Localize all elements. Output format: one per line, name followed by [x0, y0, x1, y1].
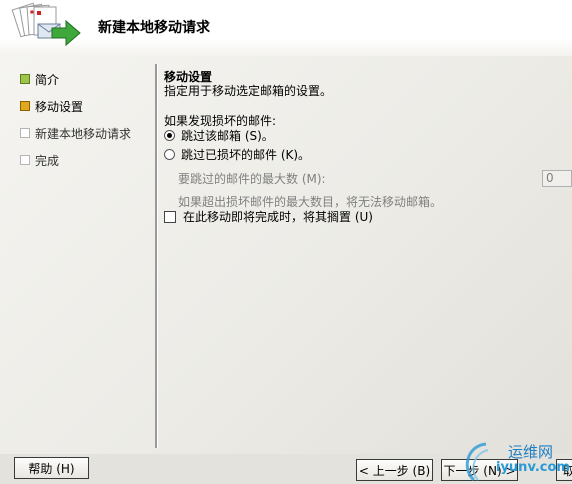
move-mailbox-icon: [11, 2, 81, 47]
help-button[interactable]: 帮助 (H): [14, 457, 89, 479]
wizard-header: 新建本地移动请求: [0, 0, 572, 56]
step-complete-icon: [20, 74, 30, 84]
radio-selected-icon[interactable]: [164, 130, 175, 141]
nav-item-label: 新建本地移动请求: [35, 126, 132, 141]
back-button[interactable]: < 上一步 (B): [356, 459, 433, 481]
nav-item-intro: 简介: [20, 70, 59, 88]
radio-skip-mailbox-label: 跳过该邮箱 (S)。: [181, 129, 274, 143]
max-corrupt-count-label: 要跳过的邮件的最大数 (M):: [178, 172, 326, 186]
watermark-url: iyunv.com: [496, 460, 570, 475]
watermark-name: 运维网: [508, 443, 554, 461]
radio-skip-mailbox[interactable]: 跳过该邮箱 (S)。: [164, 127, 274, 144]
nav-divider: [155, 64, 157, 448]
nav-item-label: 简介: [35, 72, 60, 87]
radio-skip-corrupt-label: 跳过已损坏的邮件 (K)。: [181, 148, 311, 162]
wizard-body: 简介 移动设置 新建本地移动请求 完成 移动设置 指定用于移动选定邮箱的设置。 …: [0, 56, 572, 454]
nav-item-new-move-request: 新建本地移动请求: [20, 124, 131, 142]
page-title: 新建本地移动请求: [98, 20, 210, 36]
radio-skip-corrupt-items[interactable]: 跳过已损坏的邮件 (K)。: [164, 146, 310, 163]
section-description: 指定用于移动选定邮箱的设置。: [164, 84, 333, 98]
step-pending-icon: [20, 128, 30, 138]
suspend-when-ready-label: 在此移动即将完成时，将其搁置 (U): [183, 210, 373, 224]
step-pending-icon: [20, 155, 30, 165]
suspend-when-ready-checkbox-row[interactable]: 在此移动即将完成时，将其搁置 (U): [164, 208, 373, 225]
nav-item-label: 移动设置: [35, 99, 84, 114]
radio-unselected-icon[interactable]: [164, 149, 175, 160]
step-current-icon: [20, 101, 30, 111]
suspend-when-ready-checkbox[interactable]: [164, 210, 176, 223]
max-corrupt-count-field[interactable]: 0: [542, 170, 572, 187]
nav-item-complete: 完成: [20, 151, 59, 169]
nav-item-move-settings: 移动设置: [20, 97, 83, 115]
site-watermark: 运维网 iyunv.com: [460, 440, 572, 484]
nav-item-label: 完成: [35, 153, 60, 168]
